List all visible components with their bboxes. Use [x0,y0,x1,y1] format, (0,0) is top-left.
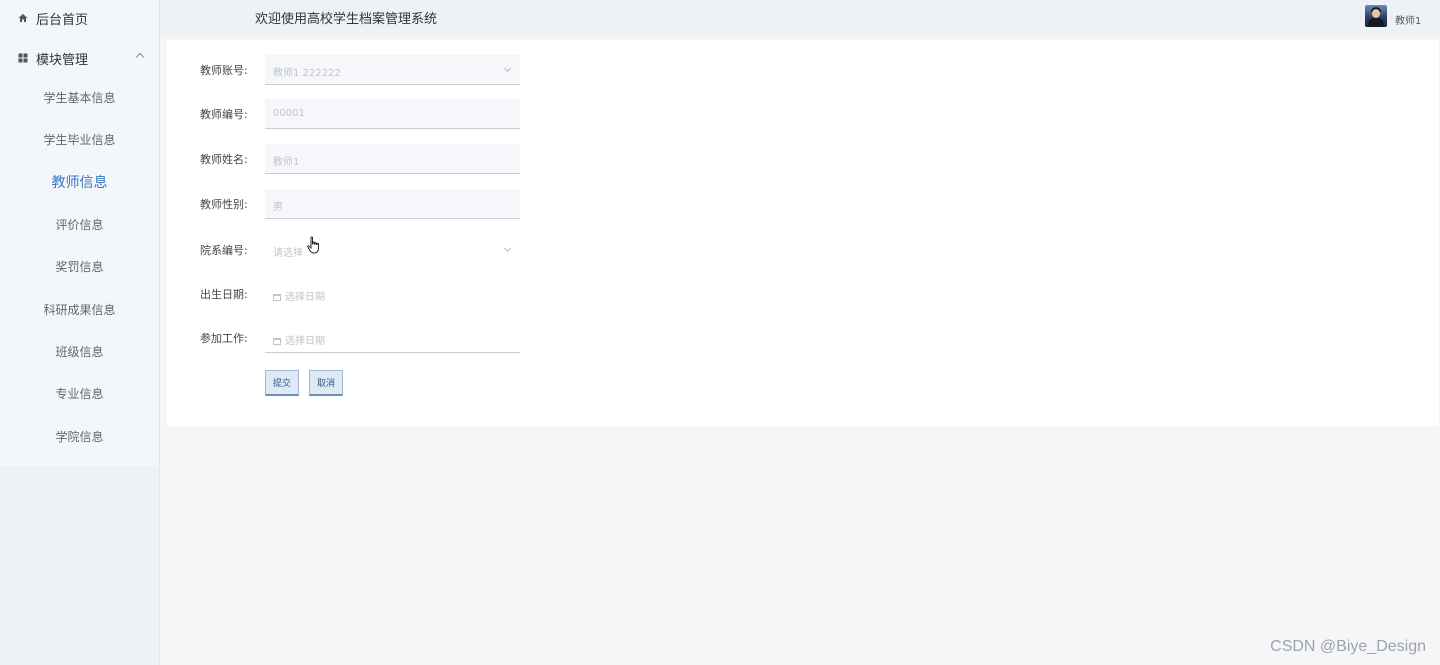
sidebar: 后台首页 模块管理 学生基本信息 学生毕业信息 教师信息 评价信息 奖罚信息 科… [0,0,160,665]
work-date-picker[interactable]: 选择日期 [265,323,520,353]
avatar[interactable] [1365,5,1387,27]
sidebar-item-home[interactable]: 后台首页 [0,0,159,36]
sidebar-item-rewards-penalties[interactable]: 奖罚信息 [0,246,159,288]
department-placeholder: 请选择 [273,248,303,259]
sidebar-item-class[interactable]: 班级信息 [0,330,159,372]
user-name[interactable]: 教师1 [1395,12,1421,27]
gender-value: 男 [273,202,283,213]
home-icon [18,13,28,23]
watermark: CSDN @Biye_Design [1270,638,1426,655]
sidebar-home-label: 后台首页 [36,12,89,28]
top-header: 欢迎使用高校学生档案管理系统 教师1 [160,0,1440,35]
chevron-down-icon [503,64,512,73]
avatar-face [1372,9,1380,18]
form-row-account: 教师账号: 教师1 222222 [167,55,527,85]
chevron-down-icon [503,244,512,253]
birth-date-label: 出生日期: [200,288,248,301]
form-row-department: 院系编号: 请选择 [167,235,527,265]
teacher-form-panel: 教师账号: 教师1 222222 教师编号: 00001 教师姓名: 教师1 教… [167,40,1439,426]
teacher-no-input[interactable]: 00001 [265,99,520,129]
hand-cursor-icon [307,236,321,254]
sidebar-module-management[interactable]: 模块管理 [0,40,159,76]
submit-button[interactable]: 提交 [265,370,299,396]
account-select[interactable]: 教师1 222222 [265,55,520,85]
account-label: 教师账号: [200,64,248,77]
teacher-no-value: 00001 [273,108,305,119]
account-value: 教师1 222222 [273,68,341,79]
sidebar-item-student-basic[interactable]: 学生基本信息 [0,76,159,118]
department-select[interactable]: 请选择 [265,235,520,265]
page-title: 欢迎使用高校学生档案管理系统 [255,12,438,27]
name-label: 教师姓名: [200,153,248,166]
avatar-body [1368,18,1384,27]
name-input[interactable]: 教师1 [265,144,520,174]
work-date-label: 参加工作: [200,332,248,345]
sidebar-item-evaluation[interactable]: 评价信息 [0,203,159,245]
work-date-placeholder: 选择日期 [285,336,325,347]
sidebar-submenu: 学生基本信息 学生毕业信息 教师信息 评价信息 奖罚信息 科研成果信息 班级信息… [0,76,159,458]
birth-date-picker[interactable]: 选择日期 [265,279,520,309]
form-row-birth-date: 出生日期: 选择日期 [167,279,527,309]
form-row-gender: 教师性别: 男 [167,189,527,219]
cancel-button[interactable]: 取消 [309,370,343,396]
sidebar-item-college[interactable]: 学院信息 [0,415,159,457]
form-row-work-date: 参加工作: 选择日期 [167,323,527,353]
chevron-up-icon [135,52,145,62]
calendar-icon [273,338,281,345]
calendar-icon [273,294,281,301]
name-value: 教师1 [273,157,300,168]
sidebar-item-research[interactable]: 科研成果信息 [0,288,159,330]
sidebar-item-student-graduation[interactable]: 学生毕业信息 [0,118,159,160]
gender-input[interactable]: 男 [265,189,520,219]
gender-label: 教师性别: [200,198,248,211]
form-row-name: 教师姓名: 教师1 [167,144,527,174]
sidebar-nav: 后台首页 模块管理 学生基本信息 学生毕业信息 教师信息 评价信息 奖罚信息 科… [0,0,159,466]
teacher-no-label: 教师编号: [200,108,248,121]
sidebar-modules-label: 模块管理 [36,52,89,68]
sidebar-item-major[interactable]: 专业信息 [0,373,159,415]
sidebar-item-teacher-info[interactable]: 教师信息 [0,161,159,203]
grid-icon [18,53,28,63]
department-label: 院系编号: [200,244,248,257]
birth-date-placeholder: 选择日期 [285,292,325,303]
form-row-teacher-no: 教师编号: 00001 [167,99,527,129]
